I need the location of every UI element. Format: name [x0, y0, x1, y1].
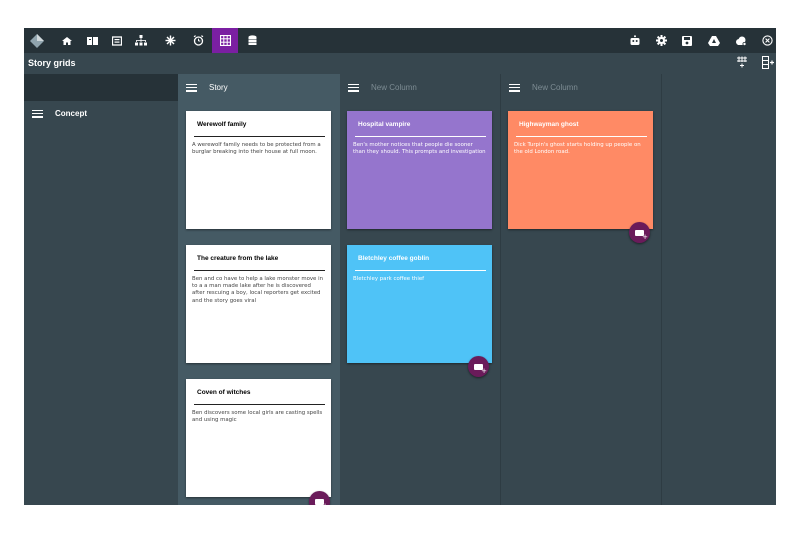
column-new-2: New Column Highwayman ghost Dick Turpin'…	[500, 74, 661, 505]
add-note-icon	[315, 498, 328, 505]
add-card-button[interactable]	[629, 222, 650, 243]
card-title: Bletchley coffee goblin	[358, 255, 430, 262]
story-card[interactable]: Hospital vampire Ben's mother notices th…	[347, 111, 492, 229]
logo-diamond-icon[interactable]	[26, 28, 48, 53]
card-body: Bletchley park coffee thief	[353, 276, 425, 282]
grid-icon[interactable]	[212, 28, 238, 53]
card-divider	[194, 404, 325, 405]
card-body: Ben and co have to help a lake monster m…	[192, 276, 324, 304]
card-title: Highwayman ghost	[519, 121, 579, 128]
save-icon[interactable]	[676, 28, 698, 53]
card-divider	[516, 136, 647, 137]
story-card[interactable]: The creature from the lake Ben and co ha…	[186, 245, 331, 363]
card-icon[interactable]	[106, 28, 128, 53]
gear-icon[interactable]	[650, 28, 672, 53]
column-title: New Column	[532, 83, 578, 92]
asterisk-icon[interactable]	[159, 28, 181, 53]
column-menu-icon[interactable]	[509, 83, 520, 92]
card-body: A werewolf family needs to be protected …	[192, 142, 321, 156]
home-icon[interactable]	[56, 28, 78, 53]
add-note-icon	[474, 363, 487, 375]
story-card[interactable]: Bletchley coffee goblin Bletchley park c…	[347, 245, 492, 363]
row-menu-icon[interactable]	[32, 109, 43, 118]
page-title: Story grids	[28, 58, 76, 68]
story-card[interactable]: Highwayman ghost Dick Turpin's ghost sta…	[508, 111, 653, 229]
card-body: Ben discovers some local girls are casti…	[192, 410, 323, 424]
card-title: Hospital vampire	[358, 121, 411, 128]
column-title: Story	[209, 83, 228, 92]
card-title: Coven of witches	[197, 389, 251, 396]
card-divider	[355, 136, 486, 137]
story-card[interactable]: Werewolf family A werewolf family needs …	[186, 111, 331, 229]
database-icon[interactable]	[241, 28, 263, 53]
column-menu-icon[interactable]	[186, 83, 197, 92]
column-header: New Column	[501, 74, 661, 101]
add-card-button[interactable]	[309, 491, 330, 505]
card-title: Werewolf family	[197, 121, 247, 128]
empty-board-area	[661, 74, 776, 505]
column-new-1: New Column Hospital vampire Ben's mother…	[340, 74, 500, 505]
add-row-icon[interactable]	[762, 56, 774, 72]
book-icon[interactable]	[81, 28, 103, 53]
card-body: Ben's mother notices that people die soo…	[353, 142, 486, 156]
card-divider	[194, 136, 325, 137]
column-title: New Column	[371, 83, 417, 92]
column-header: New Column	[340, 74, 500, 101]
card-title: The creature from the lake	[197, 255, 279, 262]
close-circle-icon[interactable]	[756, 28, 776, 53]
page-title-bar: Story grids	[24, 53, 776, 74]
column-menu-icon[interactable]	[348, 83, 359, 92]
hierarchy-icon[interactable]	[130, 28, 152, 53]
add-note-icon	[635, 229, 648, 241]
row-header-concept: Concept	[24, 101, 178, 505]
alarm-icon[interactable]	[187, 28, 209, 53]
cloud-sync-icon[interactable]	[730, 28, 752, 53]
robot-icon[interactable]	[624, 28, 646, 53]
column-header: Story	[178, 74, 340, 101]
drive-icon[interactable]	[703, 28, 725, 53]
add-card-button[interactable]	[468, 356, 489, 377]
top-toolbar	[24, 28, 776, 53]
column-story: Story Werewolf family A werewolf family …	[178, 74, 340, 505]
add-column-icon[interactable]	[736, 56, 748, 71]
card-body: Dick Turpin's ghost starts holding up pe…	[514, 142, 641, 156]
card-divider	[355, 270, 486, 271]
story-card[interactable]: Coven of witches Ben discovers some loca…	[186, 379, 331, 497]
app-window: Story grids Concept Story Werewolf famil…	[24, 28, 776, 505]
card-divider	[194, 270, 325, 271]
row-label: Concept	[55, 109, 87, 118]
row-header: Concept	[24, 109, 87, 118]
